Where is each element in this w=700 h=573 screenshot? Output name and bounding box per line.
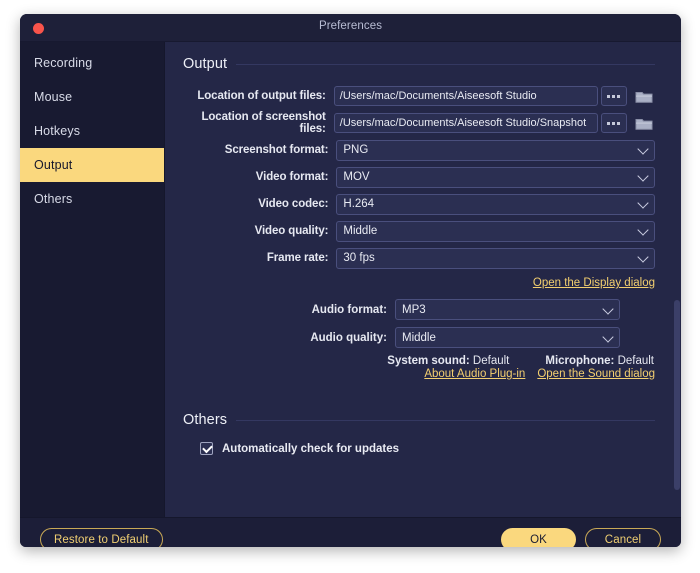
sidebar-item-recording[interactable]: Recording bbox=[20, 46, 164, 80]
about-audio-plugin-link[interactable]: About Audio Plug-in bbox=[424, 368, 525, 380]
select-value: MOV bbox=[343, 171, 370, 183]
field-row-audio-quality: Audio quality: Middle bbox=[183, 327, 655, 348]
settings-panel: Output Location of output files: /Users/… bbox=[165, 42, 681, 517]
sidebar-item-label: Output bbox=[34, 158, 73, 172]
section-header-output: Output bbox=[183, 56, 655, 72]
restore-to-default-button[interactable]: Restore to Default bbox=[40, 528, 163, 547]
field-row-frame-rate: Frame rate: 30 fps bbox=[183, 247, 655, 269]
field-row-output-location: Location of output files: /Users/mac/Doc… bbox=[183, 86, 655, 106]
folder-icon[interactable] bbox=[634, 113, 655, 133]
field-label: Frame rate: bbox=[266, 252, 329, 264]
select-value: 30 fps bbox=[343, 252, 375, 264]
sidebar-item-label: Hotkeys bbox=[34, 124, 81, 138]
select-value: H.264 bbox=[343, 198, 375, 210]
ok-button[interactable]: OK bbox=[501, 528, 576, 547]
screenshot-location-input[interactable]: /Users/mac/Documents/Aiseesoft Studio/Sn… bbox=[333, 113, 599, 133]
field-label: Video quality: bbox=[254, 225, 329, 237]
microphone-status: Microphone: Default bbox=[545, 355, 654, 367]
window-title: Preferences bbox=[318, 20, 383, 32]
sidebar-item-others[interactable]: Others bbox=[20, 182, 164, 216]
field-label: Audio format: bbox=[311, 303, 387, 316]
folder-icon[interactable] bbox=[634, 86, 655, 106]
field-label: Audio quality: bbox=[310, 331, 387, 344]
chevron-down-icon bbox=[637, 143, 649, 155]
section-title: Output bbox=[183, 56, 228, 72]
field-label: Video codec: bbox=[258, 198, 329, 210]
field-label: Location of output files: bbox=[197, 90, 326, 102]
sidebar-item-output[interactable]: Output bbox=[20, 148, 164, 182]
open-sound-dialog-link[interactable]: Open the Sound dialog bbox=[537, 368, 655, 380]
select-value: Middle bbox=[402, 331, 436, 344]
auto-update-row: Automatically check for updates bbox=[183, 442, 655, 455]
scrollbar-track[interactable] bbox=[673, 42, 681, 517]
chevron-down-icon bbox=[602, 330, 614, 343]
cancel-button[interactable]: Cancel bbox=[585, 528, 661, 547]
system-sound-label: System sound: bbox=[387, 355, 470, 367]
open-display-dialog-link[interactable]: Open the Display dialog bbox=[533, 277, 655, 289]
audio-links-row: About Audio Plug-in Open the Sound dialo… bbox=[183, 368, 655, 380]
scrollbar-thumb[interactable] bbox=[674, 300, 680, 490]
frame-rate-select[interactable]: 30 fps bbox=[336, 247, 655, 269]
field-row-audio-format: Audio format: MP3 bbox=[183, 299, 655, 320]
sidebar-item-mouse[interactable]: Mouse bbox=[20, 80, 164, 114]
video-quality-select[interactable]: Middle bbox=[336, 220, 655, 242]
chevron-down-icon bbox=[602, 302, 614, 315]
sidebar-item-label: Others bbox=[34, 192, 73, 206]
audio-quality-select[interactable]: Middle bbox=[395, 327, 620, 348]
sidebar: Recording Mouse Hotkeys Output Others bbox=[20, 42, 165, 517]
field-row-video-quality: Video quality: Middle bbox=[183, 220, 655, 242]
field-label: Video format: bbox=[255, 171, 329, 183]
window-titlebar: Preferences bbox=[20, 14, 681, 42]
select-value: PNG bbox=[343, 144, 369, 156]
divider bbox=[236, 63, 655, 65]
field-row-screenshot-location: Location of screenshot files: /Users/mac… bbox=[183, 111, 655, 135]
field-row-screenshot-format: Screenshot format: PNG bbox=[183, 139, 655, 161]
video-format-select[interactable]: MOV bbox=[336, 166, 655, 188]
system-sound-status: System sound: Default bbox=[387, 355, 509, 367]
microphone-label: Microphone: bbox=[545, 355, 615, 367]
ellipsis-icon[interactable] bbox=[601, 86, 627, 106]
preferences-window: Preferences Recording Mouse Hotkeys Outp… bbox=[20, 14, 681, 547]
video-codec-select[interactable]: H.264 bbox=[336, 193, 655, 215]
device-status-row: System sound: Default Microphone: Defaul… bbox=[183, 355, 655, 367]
sidebar-item-label: Recording bbox=[34, 56, 93, 70]
ellipsis-icon[interactable] bbox=[601, 113, 627, 133]
divider bbox=[236, 419, 655, 421]
chevron-down-icon bbox=[637, 224, 649, 236]
select-value: Middle bbox=[343, 225, 378, 237]
chevron-down-icon bbox=[637, 170, 649, 182]
section-title: Others bbox=[183, 412, 228, 428]
section-header-others: Others bbox=[183, 412, 655, 428]
chevron-down-icon bbox=[637, 251, 649, 263]
sidebar-item-hotkeys[interactable]: Hotkeys bbox=[20, 114, 164, 148]
output-location-input[interactable]: /Users/mac/Documents/Aiseesoft Studio bbox=[333, 86, 599, 106]
microphone-value: Default bbox=[617, 355, 654, 367]
footer-bar: Restore to Default OK Cancel bbox=[20, 517, 681, 547]
auto-update-label: Automatically check for updates bbox=[222, 442, 400, 455]
chevron-down-icon bbox=[637, 197, 649, 209]
field-label: Location of screenshot files: bbox=[201, 111, 326, 135]
field-row-video-format: Video format: MOV bbox=[183, 166, 655, 188]
sidebar-item-label: Mouse bbox=[34, 90, 73, 104]
field-label: Screenshot format: bbox=[224, 144, 329, 156]
screenshot-format-select[interactable]: PNG bbox=[336, 139, 655, 161]
system-sound-value: Default bbox=[472, 355, 510, 367]
field-row-video-codec: Video codec: H.264 bbox=[183, 193, 655, 215]
select-value: MP3 bbox=[402, 303, 426, 316]
display-dialog-link-row: Open the Display dialog bbox=[183, 277, 655, 289]
auto-update-checkbox[interactable] bbox=[200, 442, 213, 455]
audio-format-select[interactable]: MP3 bbox=[395, 299, 620, 320]
